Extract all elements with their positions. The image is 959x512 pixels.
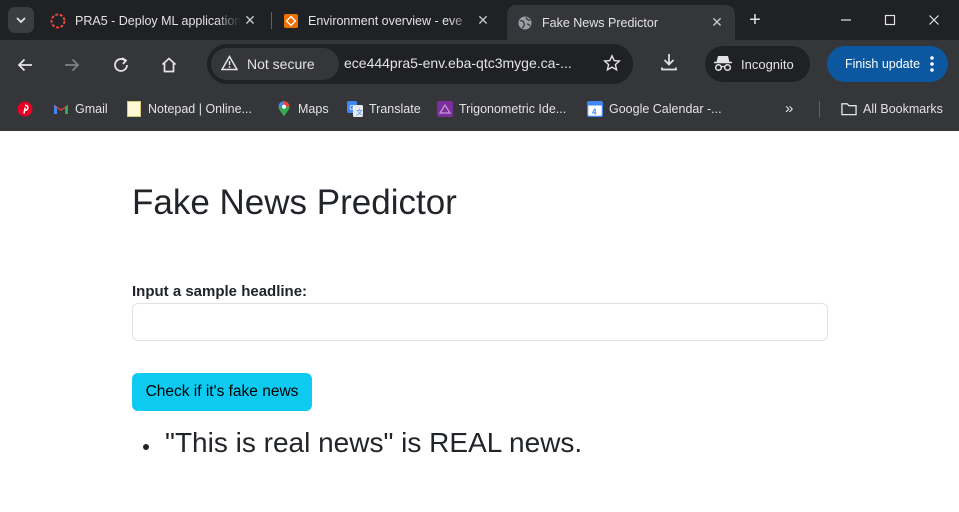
svg-text:4: 4: [592, 108, 597, 117]
tab-environment-overview[interactable]: Environment overview - eve ✕: [273, 5, 501, 36]
aws-beanstalk-icon: [283, 13, 299, 29]
forward-arrow-icon[interactable]: [58, 51, 86, 79]
headline-input-label: Input a sample headline:: [132, 283, 308, 300]
headline-input[interactable]: [132, 303, 828, 341]
maps-icon: [276, 101, 292, 117]
tab-title: PRA5 - Deploy ML application: [75, 13, 241, 28]
incognito-label: Incognito: [741, 56, 794, 72]
download-icon[interactable]: [659, 52, 679, 77]
translate-icon: G文: [347, 101, 363, 117]
browser-chrome: PRA5 - Deploy ML application ✕ Environme…: [0, 0, 959, 131]
result-list: "This is real news" is REAL news.: [143, 427, 582, 459]
incognito-chip[interactable]: Incognito: [705, 46, 810, 82]
maximize-icon[interactable]: [880, 10, 900, 30]
close-icon[interactable]: ✕: [474, 12, 492, 30]
notepad-icon: [126, 101, 142, 117]
bookmark-label: Notepad | Online...: [148, 102, 253, 116]
tab-strip: PRA5 - Deploy ML application ✕ Environme…: [0, 0, 959, 40]
page-title: Fake News Predictor: [132, 183, 457, 222]
close-window-icon[interactable]: [924, 10, 944, 30]
security-chip[interactable]: Not secure: [211, 48, 339, 80]
back-arrow-icon[interactable]: [11, 51, 39, 79]
new-tab-button[interactable]: +: [744, 9, 766, 31]
close-icon[interactable]: ✕: [708, 14, 726, 32]
result-text: "This is real news" is REAL news.: [165, 427, 583, 458]
bookmark-label: Google Calendar -...: [609, 102, 722, 116]
trig-icon: [437, 101, 453, 117]
svg-text:文: 文: [356, 108, 363, 117]
reload-icon[interactable]: [107, 51, 135, 79]
address-bar[interactable]: Not secure ece444pra5-env.eba-qtc3myge.c…: [207, 44, 633, 84]
security-label: Not secure: [247, 56, 315, 72]
more-vert-icon[interactable]: [930, 55, 934, 76]
all-bookmarks-button[interactable]: All Bookmarks: [841, 99, 943, 119]
bookmark-gmail[interactable]: Gmail: [53, 99, 108, 119]
check-fake-news-button[interactable]: Check if it's fake news: [132, 373, 312, 411]
toolbar: Not secure ece444pra5-env.eba-qtc3myge.c…: [0, 40, 959, 90]
page-content: Fake News Predictor Input a sample headl…: [0, 131, 959, 512]
folder-icon: [841, 101, 857, 117]
finish-update-button[interactable]: Finish update: [827, 46, 948, 82]
bookmark-star-icon[interactable]: [603, 54, 621, 77]
list-bullet: [143, 444, 149, 450]
tab-search-button[interactable]: [8, 7, 34, 33]
bookmark-google-calendar[interactable]: 4 Google Calendar -...: [587, 99, 722, 119]
bookmark-label: Trigonometric Ide...: [459, 102, 567, 116]
gmail-icon: [53, 101, 69, 117]
globe-icon: [517, 15, 533, 31]
bookmark-maps[interactable]: Maps: [276, 99, 329, 119]
tab-title: Environment overview - eve: [308, 13, 463, 28]
result-item: "This is real news" is REAL news.: [143, 427, 582, 459]
tab-pra5[interactable]: PRA5 - Deploy ML application ✕: [40, 5, 268, 36]
bookmarks-bar: Gmail Notepad | Online... Maps G文 Transl…: [0, 90, 959, 126]
tab-separator: [271, 12, 272, 29]
tab-title: Fake News Predictor: [542, 15, 659, 30]
incognito-icon: [713, 54, 733, 75]
bookmarks-separator: [819, 101, 820, 118]
calendar-icon: 4: [587, 101, 603, 117]
warning-triangle-icon: [220, 54, 239, 74]
bookmark-label: Maps: [298, 102, 329, 116]
bookmark-label: Translate: [369, 102, 421, 116]
bookmark-label: Gmail: [75, 102, 108, 116]
tab-fake-news-predictor[interactable]: Fake News Predictor ✕: [507, 5, 735, 40]
home-icon[interactable]: [155, 51, 183, 79]
finish-update-label: Finish update: [845, 57, 921, 71]
more-bookmarks-button[interactable]: »: [785, 100, 793, 117]
pra5-logo-icon: [50, 13, 66, 29]
bookmark-notepad[interactable]: Notepad | Online...: [126, 99, 252, 119]
all-bookmarks-label: All Bookmarks: [863, 102, 943, 116]
pinterest-icon: [17, 101, 33, 117]
url-text[interactable]: ece444pra5-env.eba-qtc3myge.ca-...: [344, 55, 589, 71]
chevron-down-icon: [16, 17, 26, 24]
bookmark-translate[interactable]: G文 Translate: [347, 99, 421, 119]
close-icon[interactable]: ✕: [241, 12, 259, 30]
bookmark-trigonometric[interactable]: Trigonometric Ide...: [437, 99, 566, 119]
svg-text:G: G: [349, 105, 354, 112]
minimize-icon[interactable]: [836, 10, 856, 30]
bookmark-pinterest[interactable]: [17, 99, 39, 119]
